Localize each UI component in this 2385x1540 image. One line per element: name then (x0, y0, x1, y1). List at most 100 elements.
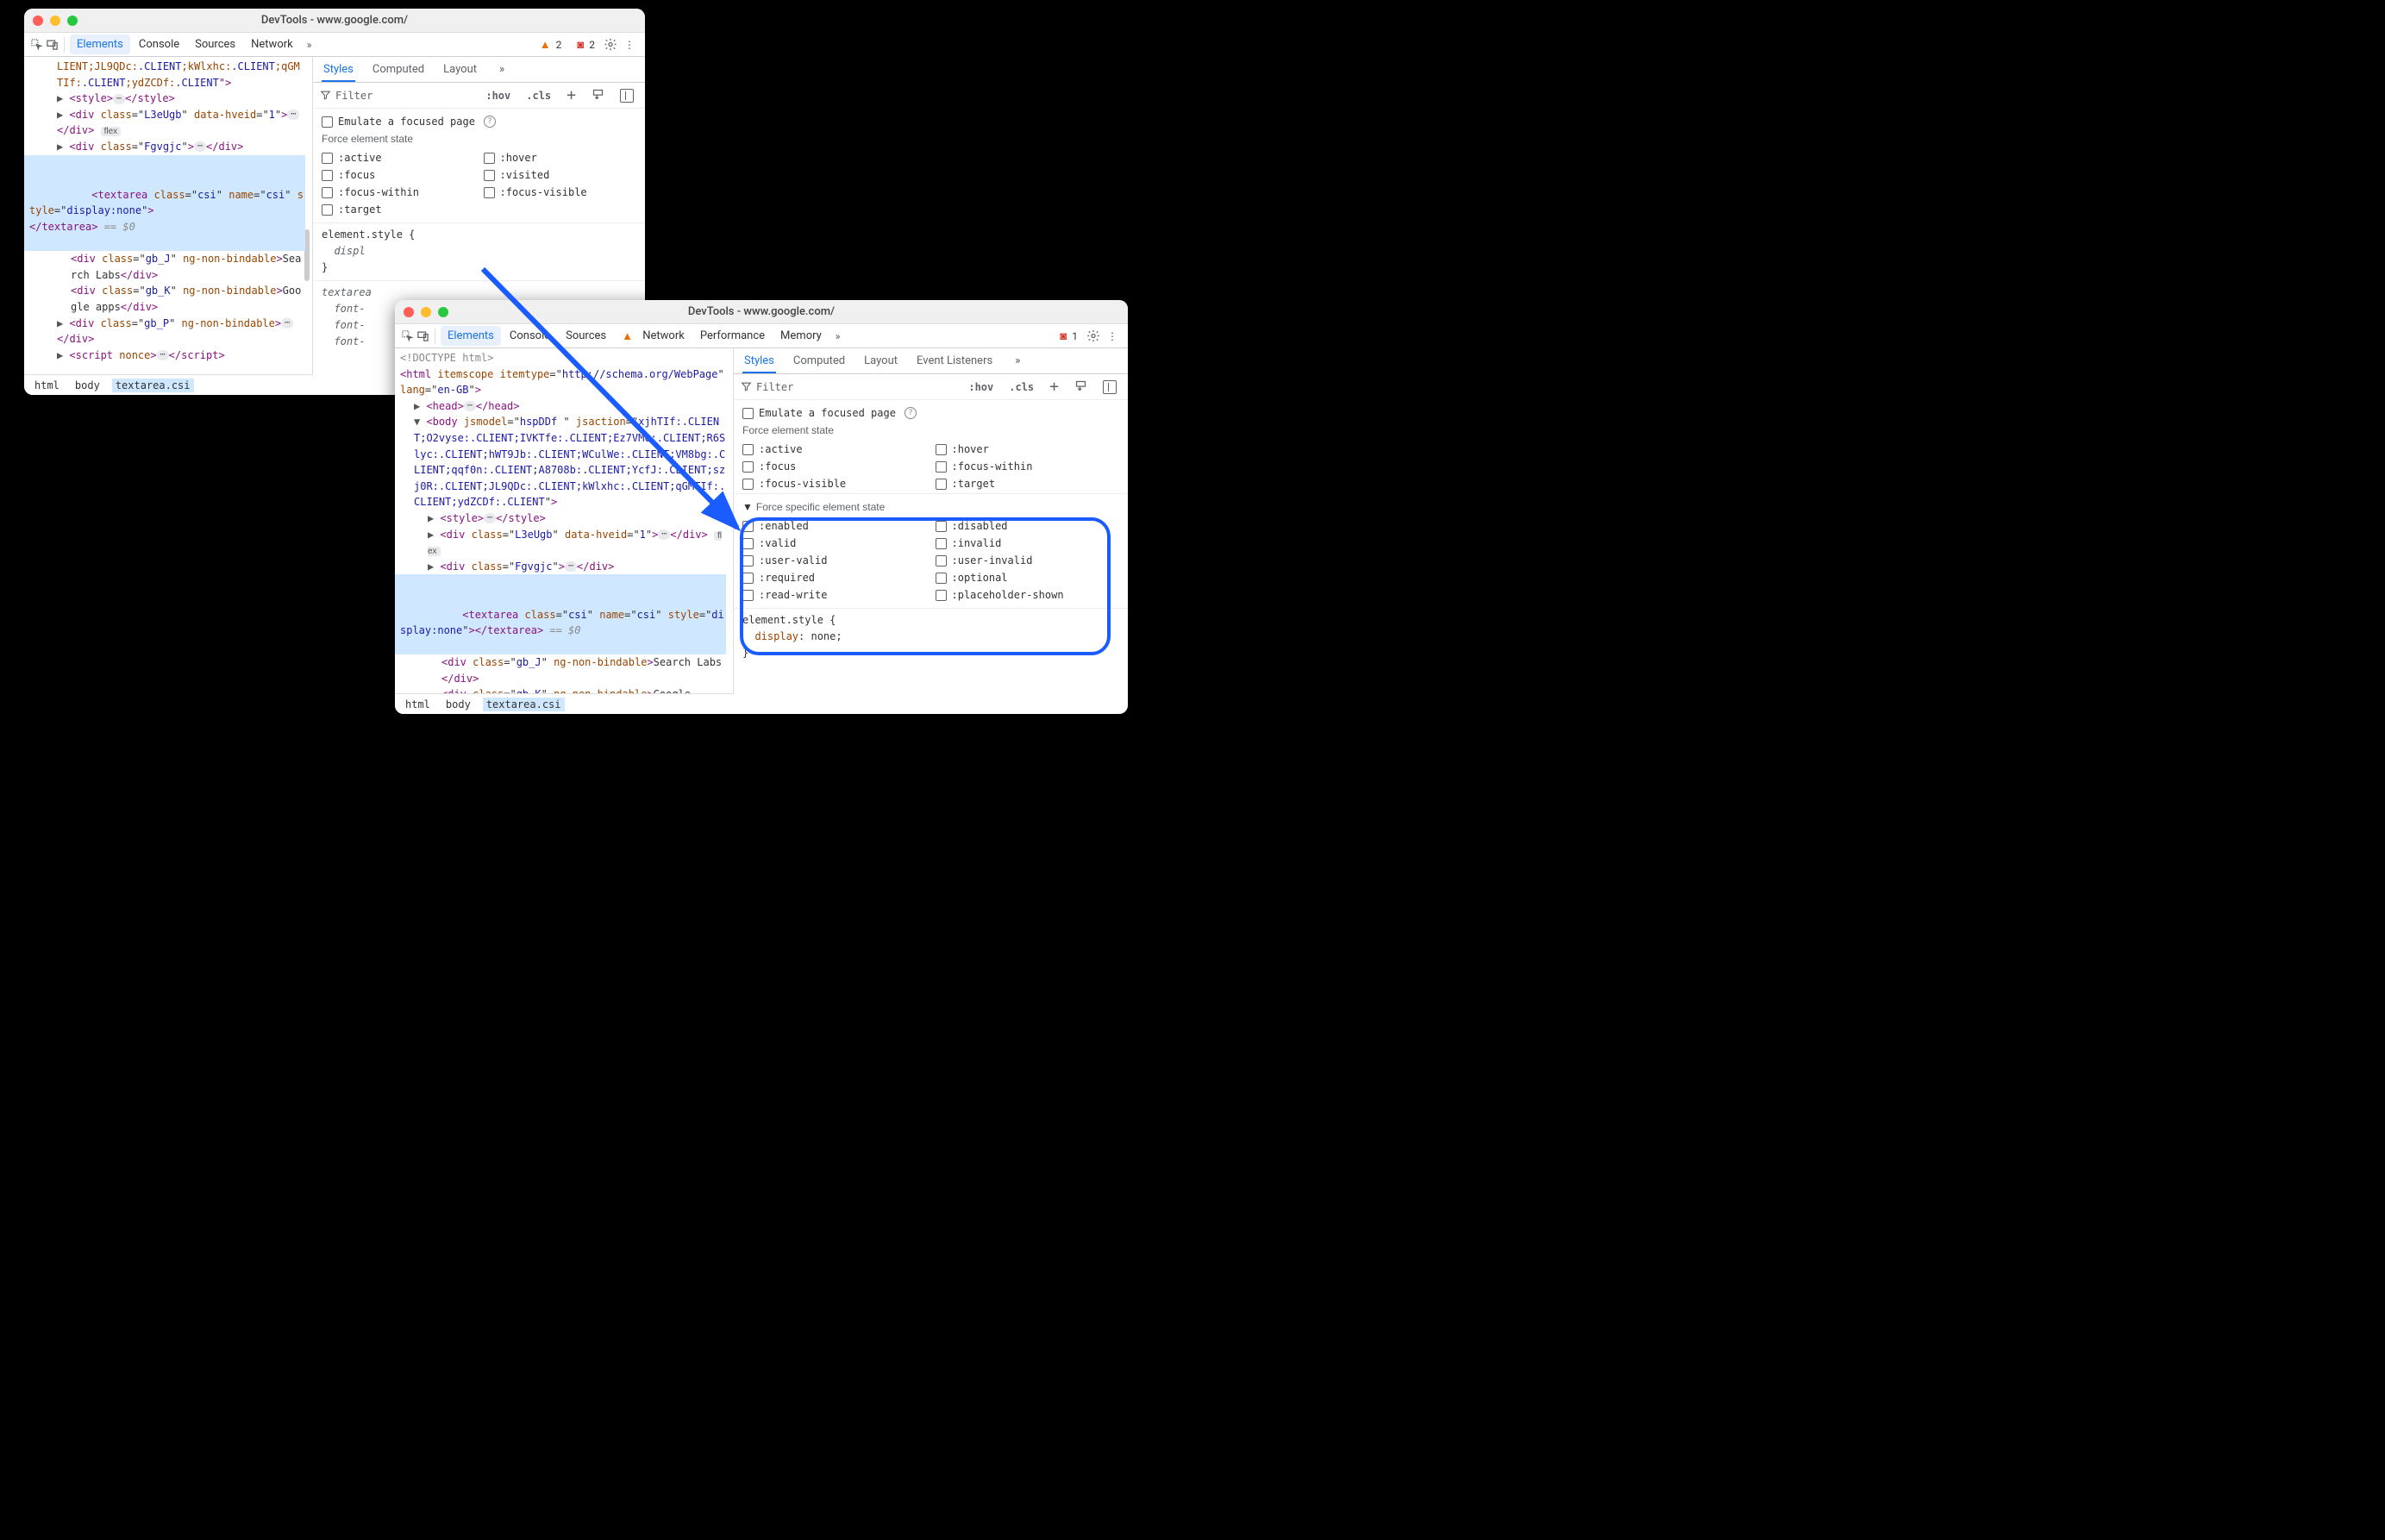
filter-input[interactable]: Filter (320, 90, 474, 102)
ellipsis-icon[interactable]: ⋯ (464, 401, 476, 411)
kebab-icon[interactable]: ⋮ (619, 36, 640, 53)
dom-node-selected[interactable]: ⋯ <textarea class="csi" name="csi" style… (395, 574, 726, 654)
maximize-icon[interactable] (67, 16, 78, 26)
gear-icon[interactable] (604, 38, 617, 52)
dom-node[interactable]: ▶ <div class="gb_P" ng-non-bindable>⋯</d… (29, 316, 305, 347)
gear-icon[interactable] (1086, 329, 1100, 343)
state-placeholder-shown[interactable]: :placeholder-shown (936, 587, 1120, 603)
tab-console[interactable]: Console (132, 34, 186, 54)
state-disabled[interactable]: :disabled (936, 518, 1120, 534)
kebab-icon[interactable]: ⋮ (1102, 328, 1123, 345)
new-style-icon[interactable]: + (1045, 376, 1063, 398)
state-focus[interactable]: :focus (322, 167, 475, 183)
filter-input[interactable]: Filter (741, 381, 957, 393)
state-user-valid[interactable]: :user-valid (742, 553, 927, 568)
dom-node[interactable]: ▶ <script nonce>⋯</script> (29, 347, 305, 364)
dom-node[interactable]: ▼ <body jsmodel="hspDDf " jsaction="xjhT… (400, 414, 726, 510)
minimize-icon[interactable] (421, 307, 431, 317)
state-target[interactable]: :target (322, 202, 475, 217)
tab-performance[interactable]: Performance (693, 326, 772, 346)
elements-panel[interactable]: <!DOCTYPE html> <html itemscope itemtype… (395, 348, 734, 714)
subtab-layout[interactable]: Layout (862, 350, 899, 372)
crumb-html[interactable]: html (402, 698, 434, 711)
subtab-computed[interactable]: Computed (792, 350, 847, 372)
subtab-computed[interactable]: Computed (371, 59, 426, 80)
close-icon[interactable] (33, 16, 43, 26)
help-icon[interactable]: ? (905, 407, 917, 419)
tab-console[interactable]: Console (503, 326, 557, 346)
flex-badge[interactable]: flex (101, 127, 122, 136)
ellipsis-icon[interactable]: ⋯ (194, 141, 206, 152)
state-focus[interactable]: :focus (742, 459, 927, 474)
force-specific-label[interactable]: ▼Force specific element state (742, 498, 1119, 518)
dom-node[interactable]: <html itemscope itemtype="http://schema.… (400, 366, 726, 398)
state-target[interactable]: :target (936, 476, 1120, 491)
dom-node[interactable]: ▶ <head>⋯</head> (400, 398, 726, 415)
titlebar[interactable]: DevTools - www.google.com/ (24, 9, 645, 33)
maximize-icon[interactable] (438, 307, 448, 317)
more-subtabs-icon[interactable]: » (494, 60, 510, 78)
help-icon[interactable]: ? (484, 116, 496, 128)
tab-elements[interactable]: Elements (70, 34, 130, 54)
dom-node[interactable]: ▶ <div class="L3eUgb" data-hveid="1">⋯</… (29, 107, 305, 139)
cls-toggle[interactable]: .cls (1005, 379, 1038, 395)
tab-elements[interactable]: Elements (441, 326, 501, 346)
tab-network[interactable]: Network (244, 34, 300, 54)
device-icon[interactable] (416, 329, 429, 343)
subtab-event-listeners[interactable]: Event Listeners (915, 350, 994, 372)
subtab-styles[interactable]: Styles (742, 350, 776, 373)
state-read-write[interactable]: :read-write (742, 587, 927, 603)
more-tabs-icon[interactable]: » (302, 36, 317, 53)
new-style-icon[interactable]: + (562, 85, 580, 106)
tab-memory[interactable]: Memory (773, 326, 829, 346)
crumb-textarea[interactable]: textarea.csi (483, 698, 565, 711)
state-user-invalid[interactable]: :user-invalid (936, 553, 1120, 568)
state-focus-visible[interactable]: :focus-visible (484, 185, 637, 200)
crumb-html[interactable]: html (31, 379, 63, 392)
crumb-body[interactable]: body (72, 379, 103, 392)
dom-node[interactable]: ▶ <div class="Fgvgjc">⋯</div> (29, 139, 305, 155)
state-focus-visible[interactable]: :focus-visible (742, 476, 927, 491)
minimize-icon[interactable] (50, 16, 60, 26)
state-active[interactable]: :active (322, 150, 475, 166)
dom-node[interactable]: LIENT;JL9QDc:.CLIENT;kWlxhc:.CLIENT;qGMT… (29, 59, 305, 91)
ellipsis-icon[interactable]: ⋯ (281, 318, 293, 329)
state-enabled[interactable]: :enabled (742, 518, 927, 534)
tab-network[interactable]: ▲ Network (615, 326, 692, 347)
state-focus-within[interactable]: :focus-within (322, 185, 475, 200)
emulate-checkbox[interactable]: Emulate a focused page? (742, 405, 1119, 421)
more-subtabs-icon[interactable]: » (1010, 352, 1025, 370)
state-hover[interactable]: :hover (484, 150, 637, 166)
crumb-body[interactable]: body (442, 698, 474, 711)
dom-node[interactable]: <div class="gb_J" ng-non-bindable>Search… (29, 251, 305, 283)
state-required[interactable]: :required (742, 570, 927, 585)
state-active[interactable]: :active (742, 441, 927, 457)
state-invalid[interactable]: :invalid (936, 535, 1120, 551)
ellipsis-icon[interactable]: ⋯ (113, 94, 125, 104)
dom-node[interactable]: ▶ <div class="Fgvgjc">⋯</div> (400, 559, 726, 575)
tab-sources[interactable]: Sources (559, 326, 613, 346)
dom-node[interactable]: <div class="gb_J" ng-non-bindable>Search… (400, 654, 726, 686)
ellipsis-icon[interactable]: ⋯ (565, 561, 577, 572)
close-icon[interactable] (404, 307, 414, 317)
computed-toggle-icon[interactable] (1099, 379, 1121, 396)
computed-toggle-icon[interactable] (616, 87, 638, 104)
element-style-rule[interactable]: element.style { display: none; } (734, 609, 1128, 666)
tab-sources[interactable]: Sources (188, 34, 242, 54)
subtab-styles[interactable]: Styles (322, 59, 355, 82)
dom-node[interactable]: <!DOCTYPE html> (400, 350, 726, 366)
ellipsis-icon[interactable]: ⋯ (287, 110, 299, 120)
state-focus-within[interactable]: :focus-within (936, 459, 1120, 474)
ellipsis-icon[interactable]: ⋯ (658, 529, 670, 540)
issues-badge[interactable]: ◙2 (570, 34, 602, 55)
state-hover[interactable]: :hover (936, 441, 1120, 457)
ellipsis-icon[interactable]: ⋯ (157, 350, 169, 360)
dom-node[interactable]: ▶ <style>⋯</style> (29, 91, 305, 107)
more-tabs-icon[interactable]: » (830, 328, 846, 345)
dom-node[interactable]: ▶ <div class="L3eUgb" data-hveid="1">⋯</… (400, 527, 726, 559)
dom-node[interactable]: ▶ <style>⋯</style> (400, 510, 726, 527)
cls-toggle[interactable]: .cls (522, 88, 555, 103)
dom-node[interactable]: <div class="gb_K" ng-non-bindable>Google… (29, 283, 305, 315)
ellipsis-icon[interactable]: ⋯ (484, 513, 496, 523)
state-valid[interactable]: :valid (742, 535, 927, 551)
